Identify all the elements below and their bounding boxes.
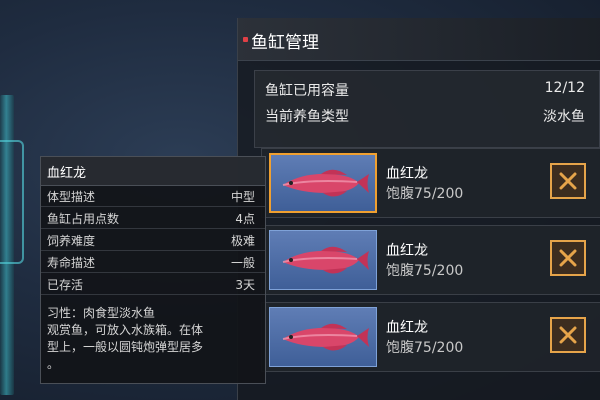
days-alive-label: 已存活 (47, 278, 84, 292)
arowana-fish-icon (282, 323, 369, 351)
arowana-fish-icon (282, 169, 369, 197)
days-alive-value: 3天 (235, 278, 255, 292)
fish-hunger: 饱腹75/200 (386, 263, 464, 279)
fish-list-item[interactable]: 血红龙 饱腹75/200 (261, 225, 600, 295)
lifespan-label: 寿命描述 (47, 256, 96, 270)
difficulty-value: 极难 (230, 234, 255, 248)
fish-type-label: 当前养鱼类型 (265, 109, 349, 125)
panel-title: 鱼缸管理 (251, 33, 319, 53)
tank-info-box: 鱼缸已用容量 12/12 当前养鱼类型 淡水鱼 (254, 70, 600, 148)
tooltip-row: 饲养难度 极难 (41, 230, 265, 251)
body-size-value: 中型 (230, 190, 255, 204)
fish-list-item[interactable]: 血红龙 饱腹75/200 (261, 148, 600, 218)
fish-thumbnail[interactable] (269, 153, 377, 213)
fish-name: 血红龙 (386, 243, 428, 259)
lifespan-value: 一般 (230, 256, 255, 270)
description-line: 习性：肉食型淡水鱼 (47, 306, 156, 320)
close-icon (559, 326, 577, 344)
header-marker (243, 37, 248, 42)
tooltip-row: 鱼缸占用点数 4点 (41, 208, 265, 229)
capacity-label: 鱼缸已用容量 (265, 83, 349, 99)
tooltip-row: 寿命描述 一般 (41, 252, 265, 273)
fish-name: 血红龙 (386, 166, 428, 182)
tooltip-row: 已存活 3天 (41, 274, 265, 295)
description-line: 型上，一般以圆钝炮弹型居多 (47, 340, 204, 354)
capacity-value: 12/12 (544, 80, 585, 96)
tank-points-label: 鱼缸占用点数 (47, 212, 120, 226)
remove-fish-button[interactable] (550, 240, 586, 276)
fish-list-item[interactable]: 血红龙 饱腹75/200 (261, 302, 600, 372)
close-icon (559, 249, 577, 267)
body-size-label: 体型描述 (47, 190, 96, 204)
fish-detail-tooltip: 血红龙 体型描述 中型 鱼缸占用点数 4点 饲养难度 极难 寿命描述 一般 已存… (40, 156, 266, 384)
fish-type-value: 淡水鱼 (543, 109, 585, 125)
aquarium-panel: 鱼缸管理 鱼缸已用容量 12/12 当前养鱼类型 淡水鱼 血红龙 饱腹75/20… (237, 18, 600, 400)
panel-header: 鱼缸管理 (238, 18, 600, 61)
close-icon (559, 172, 577, 190)
tank-points-value: 4点 (235, 212, 255, 226)
fish-description: 习性：肉食型淡水鱼 观赏鱼，可放入水族箱。在体 型上，一般以圆钝炮弹型居多 。 (47, 305, 259, 373)
fish-name: 血红龙 (386, 320, 428, 336)
fish-hunger: 饱腹75/200 (386, 186, 464, 202)
background-pillar-frame (0, 140, 24, 264)
remove-fish-button[interactable] (550, 163, 586, 199)
tooltip-row: 体型描述 中型 (41, 186, 265, 207)
remove-fish-button[interactable] (550, 317, 586, 353)
fish-thumbnail[interactable] (269, 230, 377, 290)
fish-hunger: 饱腹75/200 (386, 340, 464, 356)
arowana-fish-icon (282, 246, 369, 274)
tooltip-title: 血红龙 (47, 166, 87, 181)
difficulty-label: 饲养难度 (47, 234, 96, 248)
description-line: 观赏鱼，可放入水族箱。在体 (47, 323, 204, 337)
description-line: 。 (47, 357, 60, 371)
tooltip-header: 血红龙 (41, 157, 265, 186)
fish-thumbnail[interactable] (269, 307, 377, 367)
